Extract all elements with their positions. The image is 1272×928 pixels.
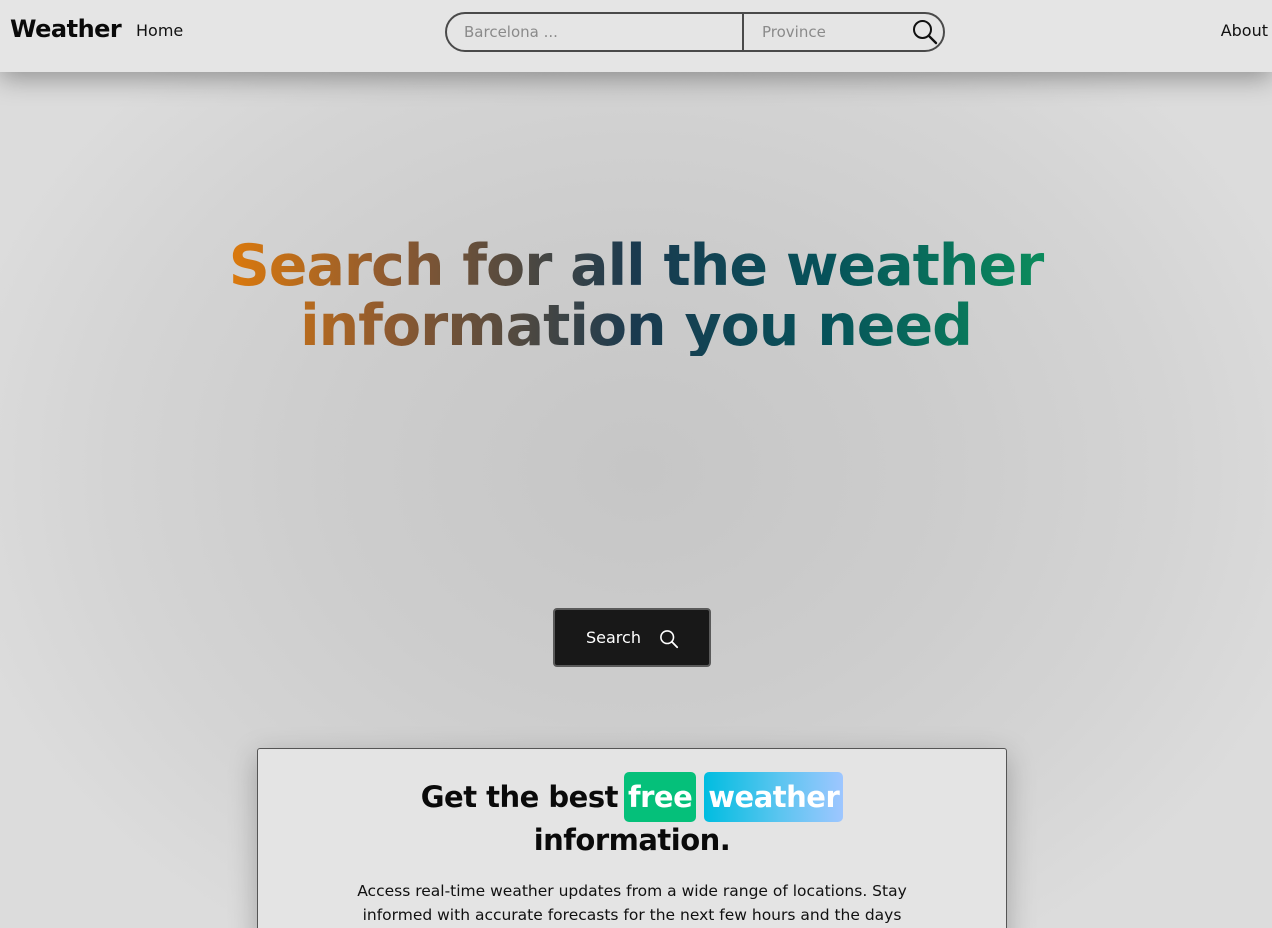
card-heading-continued: information. (533, 823, 731, 857)
weather-tag: weather (704, 772, 844, 822)
nav-about-link[interactable]: About (1221, 21, 1268, 40)
search-button-label: Search (586, 628, 641, 647)
search-icon (660, 630, 679, 649)
card-heading: Get the best free weather (258, 771, 1006, 823)
search-icon[interactable] (911, 18, 939, 46)
hero-title: Search for all the weather information y… (160, 236, 1112, 356)
search-bar (445, 12, 945, 52)
city-search-input[interactable] (447, 14, 744, 50)
card-description: Access real-time weather updates from a … (357, 882, 907, 924)
card-heading-text: Get the best (420, 780, 619, 814)
search-button[interactable]: Search (553, 608, 711, 667)
nav-home-link[interactable]: Home (136, 21, 183, 40)
province-input[interactable] (746, 14, 906, 50)
top-navbar: Weather Home About (0, 0, 1272, 72)
brand-logo[interactable]: Weather (10, 15, 122, 43)
info-card: Get the best free weather information. Acc… (257, 748, 1007, 928)
free-tag: free (623, 772, 697, 822)
